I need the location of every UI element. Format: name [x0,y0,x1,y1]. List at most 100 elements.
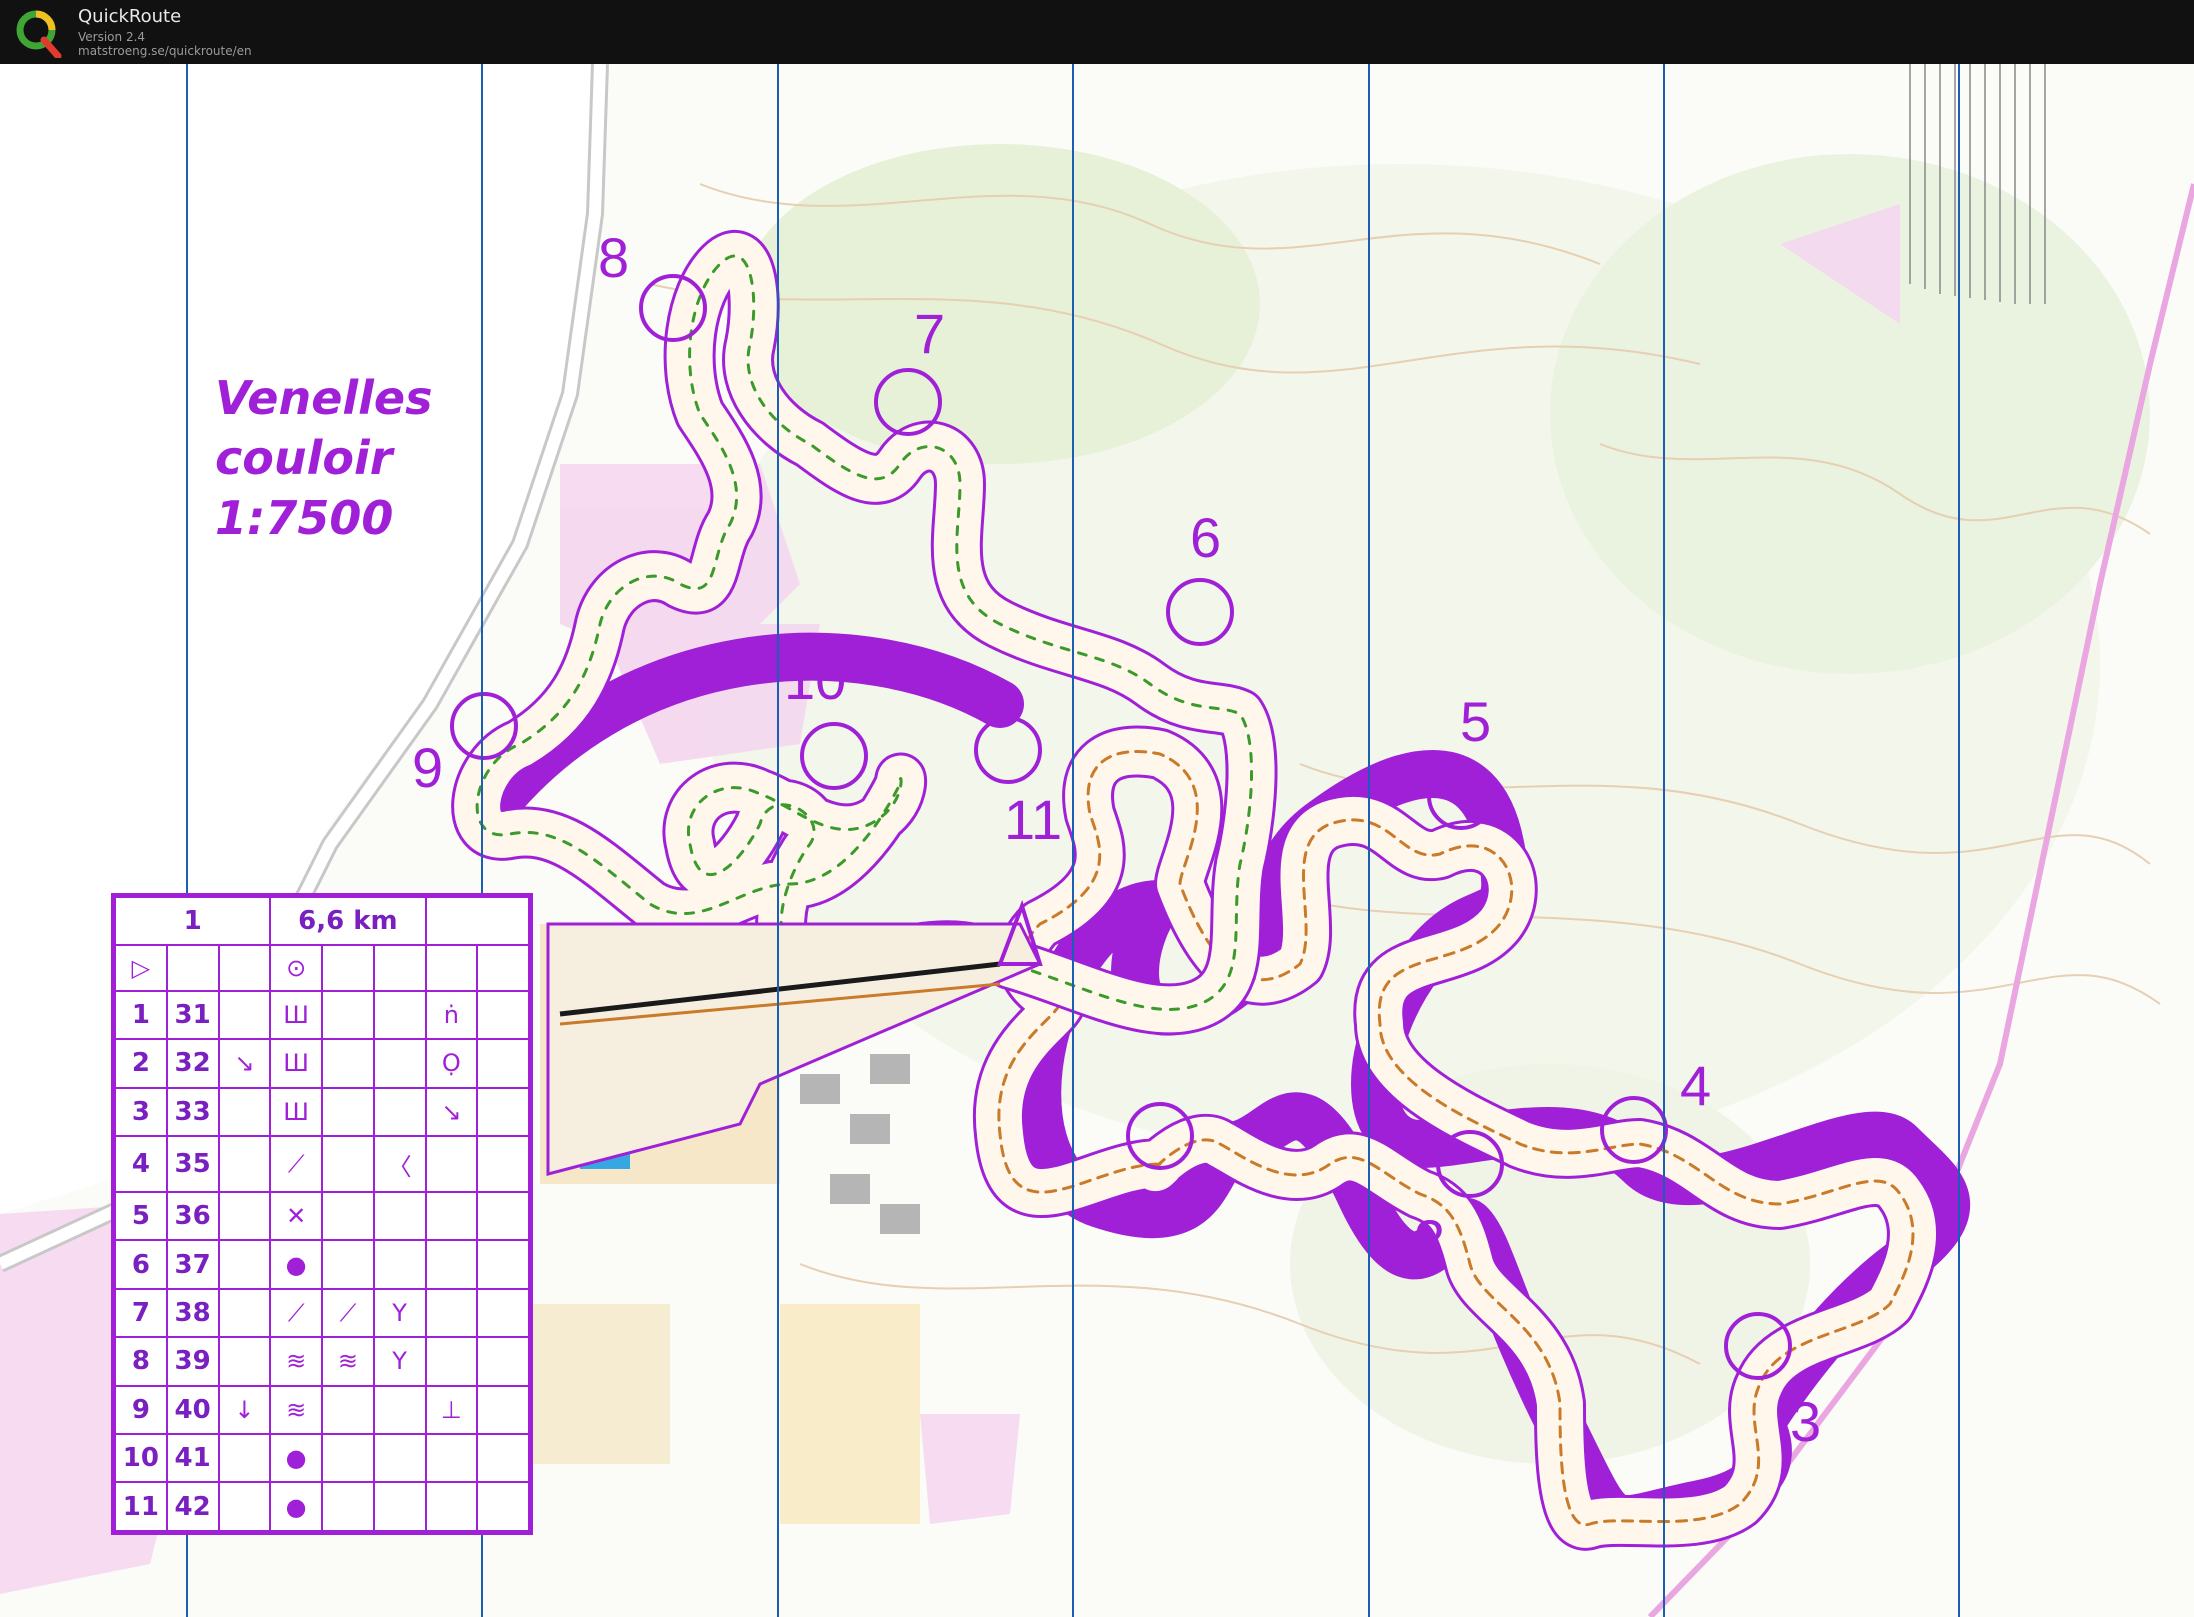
orienteering-map[interactable]: Venelles couloir 1:7500 1 2 3 4 5 6 7 8 … [0,64,2194,1617]
desc-col-d: ⟋ [269,1135,323,1193]
desc-col-d: Ш [269,1038,323,1089]
desc-col-h [476,1384,530,1436]
control-number-8: 8 [598,226,630,289]
quickroute-logo-icon [16,10,62,58]
desc-col-f [372,1433,427,1484]
description-row: 2 32 ↘ Ш Ọ [114,1038,530,1089]
control-seq: 8 [114,1336,168,1387]
control-number-4: 4 [1680,1054,1712,1117]
control-seq: 6 [114,1239,168,1290]
header-empty-cell [424,895,530,947]
course-length: 6,6 km [269,895,427,947]
desc-col-e [321,1190,375,1242]
start-circle-icon: ⊙ [269,944,323,992]
desc-col-e [321,1239,375,1290]
control-seq: 2 [114,1038,168,1089]
start-empty-cell [165,944,220,992]
desc-col-g [424,1190,479,1242]
control-code: 36 [165,1190,220,1242]
control-code: 38 [165,1287,220,1339]
control-number-9: 9 [412,736,444,799]
desc-col-f [372,1038,427,1089]
app-url-link[interactable]: matstroeng.se/quickroute/en [78,44,252,58]
desc-col-c [217,1481,272,1532]
map-title: Venelles couloir 1:7500 [215,368,433,548]
description-row: 7 38 ⟋ ⟋ Y [114,1287,530,1339]
control-code: 37 [165,1239,220,1290]
desc-col-h [476,989,530,1041]
desc-col-g [424,1481,479,1532]
desc-col-c [217,989,272,1041]
app-title: QuickRoute [78,6,182,27]
desc-col-h [476,1190,530,1242]
desc-col-c: ↘ [217,1038,272,1089]
desc-col-g: ṅ [424,989,479,1041]
desc-col-h [476,1135,530,1193]
desc-col-c [217,1239,272,1290]
control-code: 42 [165,1481,220,1532]
desc-col-c [217,1336,272,1387]
control-number-1: 1 [1124,1184,1156,1247]
desc-col-h [476,1038,530,1089]
course-number: 1 [113,895,272,947]
desc-col-f [372,1481,427,1532]
description-row: 5 36 ✕ [114,1190,530,1242]
desc-col-g [424,1135,479,1193]
start-empty-cell [372,944,427,992]
desc-col-d: ≋ [269,1336,323,1387]
start-empty-cell [424,944,479,992]
desc-col-c: ↓ [217,1384,272,1436]
desc-col-g: Ọ [424,1038,479,1089]
control-seq: 5 [114,1190,168,1242]
desc-col-c [217,1135,272,1193]
desc-col-g [424,1239,479,1290]
desc-col-e [321,1038,375,1089]
desc-col-g [424,1433,479,1484]
desc-col-d: ✕ [269,1190,323,1242]
control-seq: 9 [114,1384,168,1436]
control-number-10: 10 [784,648,847,711]
desc-col-e [321,1433,375,1484]
desc-col-d: Ш [269,1086,323,1138]
desc-col-h [476,1481,530,1532]
map-title-line-3: 1:7500 [215,491,394,545]
control-number-7: 7 [914,302,946,365]
control-code: 31 [165,989,220,1041]
desc-col-h [476,1336,530,1387]
desc-col-f [372,1190,427,1242]
desc-col-h [476,1086,530,1138]
description-row: 1 31 Ш ṅ [114,989,530,1041]
desc-col-c [217,1287,272,1339]
description-row: 9 40 ↓ ≋ ⊥ [114,1384,530,1436]
control-code: 35 [165,1135,220,1193]
control-number-11: 11 [1004,788,1063,851]
desc-col-g [424,1336,479,1387]
control-seq: 10 [114,1433,168,1484]
desc-col-g [424,1287,479,1339]
desc-col-d: ● [269,1481,323,1532]
start-row: ▷ ⊙ [114,944,530,992]
app-version: Version 2.4 [78,30,146,44]
desc-col-d: ● [269,1239,323,1290]
desc-col-c [217,1086,272,1138]
desc-col-d: Ш [269,989,323,1041]
description-row: 4 35 ⟋ 〈 [114,1135,530,1193]
desc-col-f [372,1086,427,1138]
desc-col-e [321,989,375,1041]
desc-col-h [476,1433,530,1484]
start-empty-cell [217,944,272,992]
app-titlebar: QuickRoute Version 2.4 matstroeng.se/qui… [0,0,2194,64]
desc-col-h [476,1287,530,1339]
desc-col-e [321,1384,375,1436]
desc-col-f: 〈 [372,1135,427,1193]
description-table: 1 6,6 km ▷ ⊙ 1 31 Ш ṅ 2 32 ↘ Ш Ọ 3 33 Ш … [113,895,530,1532]
desc-col-e: ⟋ [321,1287,375,1339]
desc-col-e [321,1086,375,1138]
start-empty-cell [321,944,375,992]
control-code: 39 [165,1336,220,1387]
desc-col-g: ⊥ [424,1384,479,1436]
control-seq: 3 [114,1086,168,1138]
control-number-2: 2 [1414,1208,1446,1271]
desc-col-d: ⟋ [269,1287,323,1339]
control-seq: 4 [114,1135,168,1193]
